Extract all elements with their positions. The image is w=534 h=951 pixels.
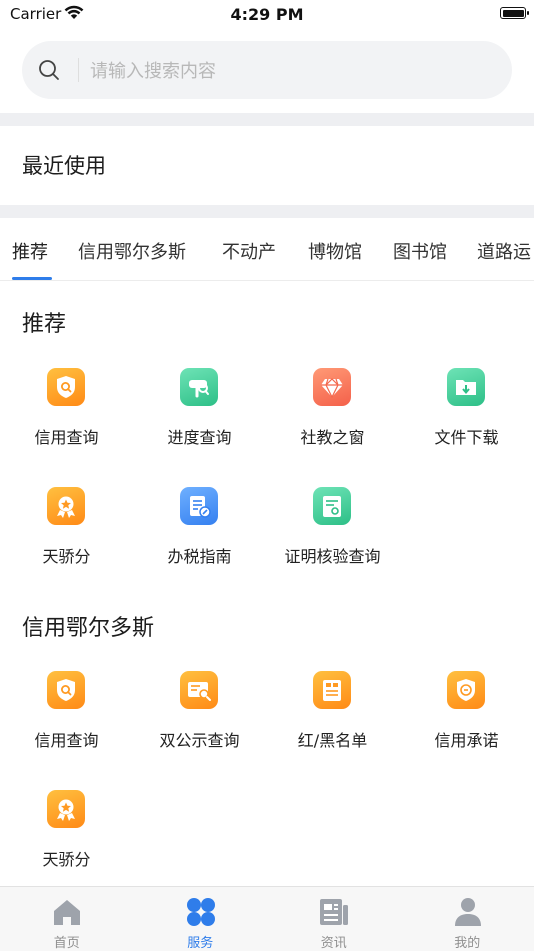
recent-title: 最近使用 [22, 150, 106, 180]
service-label: 信用查询 [0, 727, 133, 751]
search-bar[interactable] [22, 41, 512, 99]
service-label: 办税指南 [133, 543, 266, 567]
search-icon [38, 59, 60, 81]
service-label: 证明核验查询 [266, 543, 399, 567]
service-red-black-list[interactable]: 红/黑名单 [266, 671, 399, 781]
active-tab-indicator [12, 277, 52, 280]
service-label: 天骄分 [0, 543, 133, 567]
status-bar: Carrier 4:29 PM [0, 0, 534, 30]
search-input[interactable] [88, 55, 492, 87]
service-certificate-verify[interactable]: 证明核验查询 [266, 487, 399, 597]
tab-credit-ordos[interactable]: 信用鄂尔多斯 [78, 238, 186, 264]
section-divider [0, 205, 534, 218]
diamond-icon [313, 368, 351, 406]
service-label: 红/黑名单 [266, 727, 399, 751]
home-icon [52, 897, 82, 927]
shield-search-icon [47, 671, 85, 709]
tabbar-news[interactable]: 资讯 [267, 887, 401, 951]
service-credit-query[interactable]: 信用查询 [0, 368, 133, 478]
service-label: 信用查询 [0, 424, 133, 448]
magnifier-card-icon [180, 368, 218, 406]
tab-road-transport[interactable]: 道路运 [477, 238, 531, 264]
service-social-education[interactable]: 社教之窗 [266, 368, 399, 478]
tab-recommend[interactable]: 推荐 [12, 238, 48, 264]
service-progress-query[interactable]: 进度查询 [133, 368, 266, 478]
list-board-icon [313, 671, 351, 709]
section-title-recommend: 推荐 [22, 306, 66, 338]
service-credit-promise[interactable]: 信用承诺 [400, 671, 533, 781]
tax-document-icon [180, 487, 218, 525]
service-dual-publicity-query[interactable]: 双公示查询 [133, 671, 266, 781]
profile-icon [453, 897, 483, 927]
tabbar-services[interactable]: 服务 [134, 887, 268, 951]
shield-search-icon [47, 368, 85, 406]
announcement-search-icon [180, 671, 218, 709]
tabbar-label: 资讯 [267, 932, 401, 951]
services-grid-icon [186, 897, 216, 927]
search-divider [78, 58, 79, 82]
news-icon [319, 897, 349, 927]
promise-shield-icon [447, 671, 485, 709]
service-tianjiao-score[interactable]: 天骄分 [0, 487, 133, 597]
service-tax-guide[interactable]: 办税指南 [133, 487, 266, 597]
medal-icon [47, 790, 85, 828]
tab-library[interactable]: 图书馆 [393, 238, 447, 264]
tabbar-label: 首页 [0, 932, 134, 951]
battery-icon [500, 7, 526, 19]
service-label: 信用承诺 [400, 727, 533, 751]
service-label: 社教之窗 [266, 424, 399, 448]
tabbar-label: 服务 [134, 932, 268, 951]
tab-museum[interactable]: 博物馆 [308, 238, 362, 264]
service-label: 文件下载 [400, 424, 533, 448]
section-title-credit-ordos: 信用鄂尔多斯 [22, 610, 154, 642]
category-tabs: 推荐 信用鄂尔多斯 不动产 博物馆 图书馆 道路运 [0, 218, 534, 281]
service-label: 双公示查询 [133, 727, 266, 751]
tabbar-home[interactable]: 首页 [0, 887, 134, 951]
certificate-icon [313, 487, 351, 525]
medal-icon [47, 487, 85, 525]
section-divider [0, 113, 534, 126]
service-file-download[interactable]: 文件下载 [400, 368, 533, 478]
service-tianjiao-score[interactable]: 天骄分 [0, 790, 133, 900]
bottom-tab-bar: 首页 服务 资讯 我的 [0, 886, 534, 951]
folder-download-icon [447, 368, 485, 406]
service-credit-query[interactable]: 信用查询 [0, 671, 133, 781]
clock: 4:29 PM [0, 5, 534, 24]
service-label: 天骄分 [0, 846, 133, 870]
service-label: 进度查询 [133, 424, 266, 448]
tabbar-label: 我的 [401, 932, 534, 951]
tabbar-profile[interactable]: 我的 [401, 887, 534, 951]
tab-real-estate[interactable]: 不动产 [222, 238, 276, 264]
